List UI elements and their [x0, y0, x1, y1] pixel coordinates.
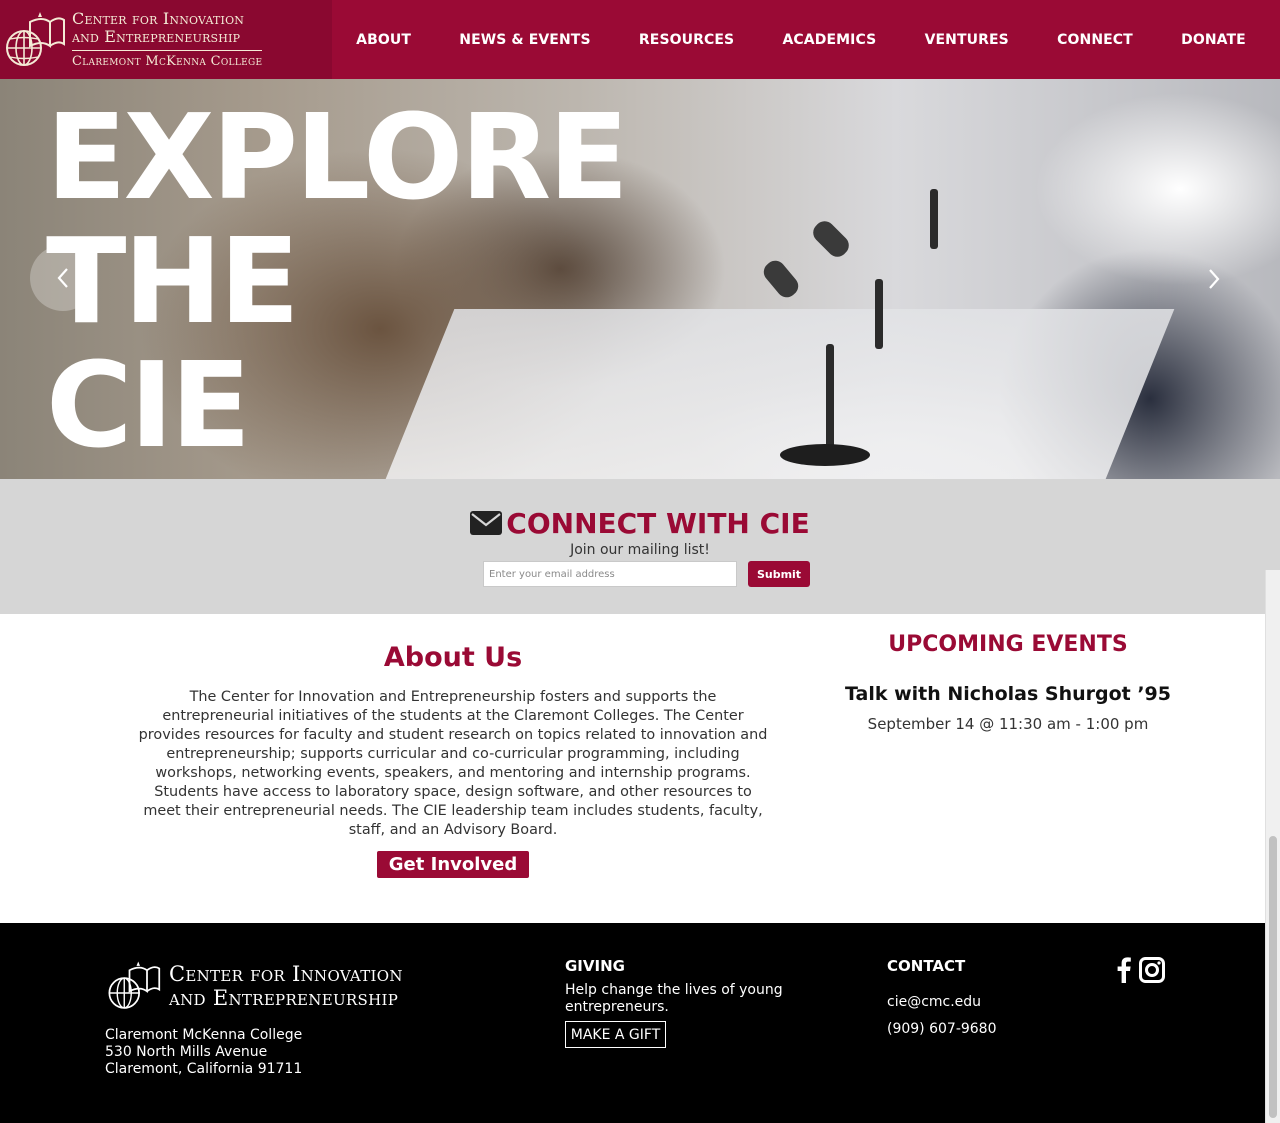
about-heading: About Us	[383, 642, 523, 673]
social-links	[1117, 957, 1165, 983]
connect-subtitle: Join our mailing list!	[570, 542, 710, 558]
carousel-next-button[interactable]	[1196, 259, 1232, 299]
giving-heading: GIVING	[565, 957, 625, 975]
hero-title: EXPLORE THE CIE	[46, 88, 629, 474]
nav-academics[interactable]: ACADEMICS	[783, 32, 877, 48]
chevron-right-icon	[1209, 269, 1220, 289]
envelope-icon	[470, 511, 503, 535]
nav-donate[interactable]: DONATE	[1181, 32, 1246, 48]
nav-news-events[interactable]: NEWS & EVENTS	[459, 32, 590, 48]
hero-title-line: THE	[46, 212, 300, 350]
contact-email-link[interactable]: cie@cmc.edu	[887, 994, 981, 1010]
contact-heading: CONTACT	[887, 957, 966, 975]
hero-photo-mic	[875, 279, 883, 349]
main-nav: ABOUT NEWS & EVENTS RESOURCES ACADEMICS …	[332, 0, 1280, 79]
hero-photo-mic-head	[759, 256, 803, 302]
nav-about[interactable]: ABOUT	[356, 32, 411, 48]
site-footer: Center for Innovation and Entrepreneursh…	[0, 923, 1265, 1123]
site-header: Center for Innovation and Entrepreneursh…	[0, 0, 1280, 79]
page-scrollbar-thumb[interactable]	[1269, 836, 1277, 1118]
email-input[interactable]	[483, 561, 737, 587]
about-body: The Center for Innovation and Entreprene…	[138, 689, 768, 838]
hero-title-line: CIE	[46, 336, 251, 474]
globe-book-icon	[6, 11, 65, 66]
hero-title-line: EXPLORE	[46, 88, 629, 226]
hero-photo-mic-base	[780, 444, 870, 466]
chevron-left-icon	[57, 268, 68, 288]
get-involved-button[interactable]: Get Involved	[377, 851, 529, 878]
facebook-icon[interactable]	[1117, 957, 1131, 983]
submit-button[interactable]: Submit	[748, 561, 810, 587]
events-heading: UPCOMING EVENTS	[888, 632, 1128, 657]
connect-heading: CONNECT WITH CIE	[0, 507, 1280, 540]
giving-text: Help change the lives of young entrepren…	[565, 982, 783, 1015]
footer-logo-text: Center for Innovation and Entrepreneursh…	[169, 962, 403, 1010]
connect-title-text: CONNECT WITH CIE	[506, 507, 810, 540]
address-line: 530 North Mills Avenue	[105, 1044, 268, 1060]
event-date: September 14 @ 11:30 am - 1:00 pm	[867, 715, 1149, 733]
footer-address: Claremont McKenna College 530 North Mill…	[105, 1027, 302, 1078]
hero-photo-mic	[930, 189, 938, 249]
hero-carousel: EXPLORE THE CIE	[0, 79, 1280, 479]
logo-line1: Center for Innovation	[72, 9, 245, 28]
nav-connect[interactable]: CONNECT	[1057, 32, 1133, 48]
contact-phone: (909) 607-9680	[887, 1021, 997, 1037]
carousel-prev-button[interactable]	[30, 245, 96, 311]
footer-logo-line2: and Entrepreneurship	[169, 986, 399, 1010]
globe-book-icon	[108, 961, 161, 1009]
mailing-list-section: CONNECT WITH CIE Join our mailing list! …	[0, 479, 1280, 614]
address-line: Claremont, California 91711	[105, 1061, 303, 1077]
event-title-link[interactable]: Talk with Nicholas Shurgot ’95	[840, 683, 1176, 705]
footer-logo[interactable]: Center for Innovation and Entrepreneursh…	[105, 958, 403, 1014]
logo-line2: and Entrepreneurship	[72, 27, 241, 46]
logo-line3: Claremont McKenna College	[72, 50, 263, 68]
hero-photo-mic-head	[809, 217, 853, 261]
hero-photo-mic	[826, 344, 834, 454]
nav-resources[interactable]: RESOURCES	[639, 32, 734, 48]
address-line: Claremont McKenna College	[105, 1027, 303, 1043]
footer-logo-line1: Center for Innovation	[169, 962, 403, 986]
make-a-gift-button[interactable]: MAKE A GIFT	[565, 1021, 666, 1048]
logo-text: Center for Innovation and Entrepreneursh…	[72, 9, 263, 68]
instagram-icon[interactable]	[1139, 957, 1165, 983]
site-logo[interactable]: Center for Innovation and Entrepreneursh…	[0, 0, 332, 79]
nav-ventures[interactable]: VENTURES	[925, 32, 1009, 48]
